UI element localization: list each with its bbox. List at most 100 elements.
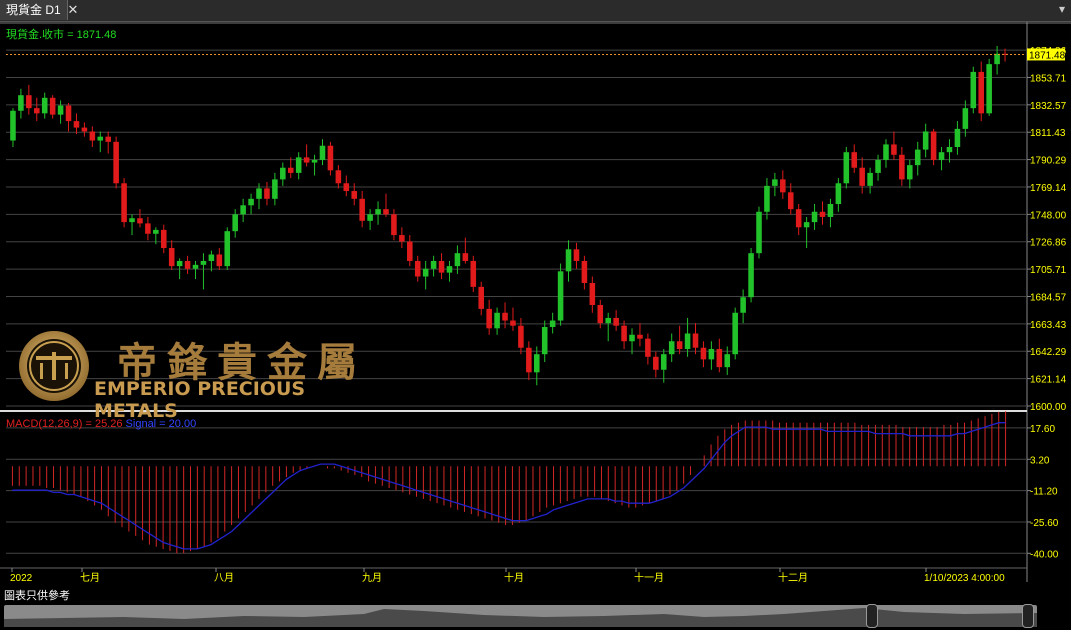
candle-body — [280, 167, 286, 180]
candle-body — [819, 211, 826, 217]
candle-body — [589, 282, 596, 305]
candle-body — [914, 149, 921, 166]
candle-body — [978, 71, 984, 114]
candle-body — [946, 147, 953, 153]
candle-body — [597, 304, 604, 324]
candle-body — [248, 198, 254, 206]
candle-body — [891, 144, 897, 155]
price-tick-label: 1853.71 — [1030, 73, 1067, 84]
macd-tick-label: -11.20 — [1030, 487, 1058, 498]
candle-body — [803, 222, 810, 228]
emblem-icon — [19, 331, 89, 401]
candle-body — [557, 271, 564, 321]
candle-body — [637, 334, 643, 339]
price-tick-label: 1684.57 — [1030, 292, 1067, 303]
candle-body — [375, 209, 381, 215]
price-tick-label: 1663.43 — [1030, 320, 1067, 331]
candle-body — [907, 165, 913, 180]
candle-body — [494, 312, 500, 329]
time-axis-label: 十二月 — [778, 571, 808, 584]
candle-body — [962, 108, 969, 129]
candle-body — [502, 312, 508, 321]
candle-body — [351, 191, 358, 199]
watermark-logo: 帝鋒貴金屬 EMPERIO PRECIOUS METALS — [14, 326, 394, 422]
candle-body — [565, 249, 572, 272]
candle-body — [716, 349, 723, 368]
candle-body — [145, 223, 151, 234]
candle-body — [430, 260, 437, 269]
price-chart[interactable]: 1874.861853.711832.571811.431790.291769.… — [0, 22, 1071, 600]
candle-body — [168, 248, 175, 267]
candle-body — [613, 317, 619, 326]
candle-body — [986, 64, 992, 114]
candle-body — [724, 354, 731, 368]
candle-body — [478, 286, 484, 309]
price-legend: 現貨金.收市 = 1871.48 — [6, 27, 116, 41]
candle-body — [660, 354, 667, 370]
scroll-handle-left[interactable] — [866, 604, 878, 628]
time-axis-label: 2022 — [10, 573, 33, 584]
candle-body — [581, 260, 588, 283]
candle-body — [795, 209, 802, 228]
candle-body — [772, 179, 778, 186]
candle-body — [938, 152, 945, 160]
candle-body — [573, 249, 580, 261]
candle-body — [303, 157, 310, 163]
candle-body — [700, 347, 707, 360]
candle-body — [399, 235, 405, 242]
candle-body — [367, 214, 373, 221]
candle-body — [319, 145, 326, 160]
price-tick-label: 1726.86 — [1030, 238, 1067, 249]
candle-body — [224, 231, 231, 267]
candle-body — [26, 95, 32, 109]
candle-body — [486, 308, 492, 329]
macd-tick-label: -40.00 — [1030, 549, 1059, 560]
candle-body — [137, 218, 143, 224]
scrollbar-preview — [4, 608, 1037, 627]
scroll-handle-right[interactable] — [1022, 604, 1034, 628]
candle-body — [57, 105, 64, 115]
candle-body — [295, 157, 302, 173]
tab-chart[interactable]: 現貨金 D1 — [0, 0, 68, 20]
candle-body — [787, 192, 794, 210]
candle-body — [105, 136, 111, 142]
candle-body — [668, 341, 675, 355]
price-tick-label: 1600.00 — [1030, 402, 1067, 413]
candle-body — [121, 183, 127, 223]
candle-body — [232, 214, 238, 232]
price-tick-label: 1748.00 — [1030, 210, 1067, 221]
time-axis-label: 八月 — [214, 572, 234, 584]
macd-tick-label: 3.20 — [1030, 455, 1050, 466]
candle-body — [287, 167, 294, 173]
candle-body — [41, 97, 48, 114]
time-axis-label: 九月 — [362, 572, 382, 584]
close-icon[interactable]: ✕ — [64, 0, 82, 20]
candle-body — [359, 198, 365, 221]
candle-body — [899, 154, 905, 180]
time-axis-label: 1/10/2023 4:00:00 — [924, 573, 1005, 584]
scrollbar-track[interactable] — [4, 605, 1037, 627]
time-axis-label: 十一月 — [634, 571, 664, 584]
horizontal-scrollbar[interactable] — [0, 601, 1071, 630]
candle-body — [811, 211, 818, 223]
last-price-label: 1871.48 — [1029, 50, 1066, 61]
chevron-down-icon[interactable]: ▾ — [1055, 0, 1069, 20]
candle-body — [153, 229, 159, 234]
candle-body — [534, 354, 540, 373]
candle-body — [994, 53, 1000, 65]
candle-body — [256, 188, 262, 199]
price-tick-label: 1705.71 — [1030, 265, 1067, 276]
candle-body — [438, 260, 445, 273]
candle-body — [176, 260, 183, 267]
tab-title: 現貨金 D1 — [6, 3, 61, 17]
candle-body — [645, 338, 651, 357]
price-tick-label: 1621.14 — [1030, 375, 1067, 386]
candle-body — [518, 325, 524, 348]
chart-background — [0, 22, 1071, 600]
candle-body — [621, 325, 627, 342]
candle-body — [113, 141, 119, 184]
price-tick-label: 1790.29 — [1030, 156, 1067, 167]
candle-body — [827, 203, 834, 217]
candle-body — [446, 266, 453, 273]
candle-body — [541, 327, 548, 355]
